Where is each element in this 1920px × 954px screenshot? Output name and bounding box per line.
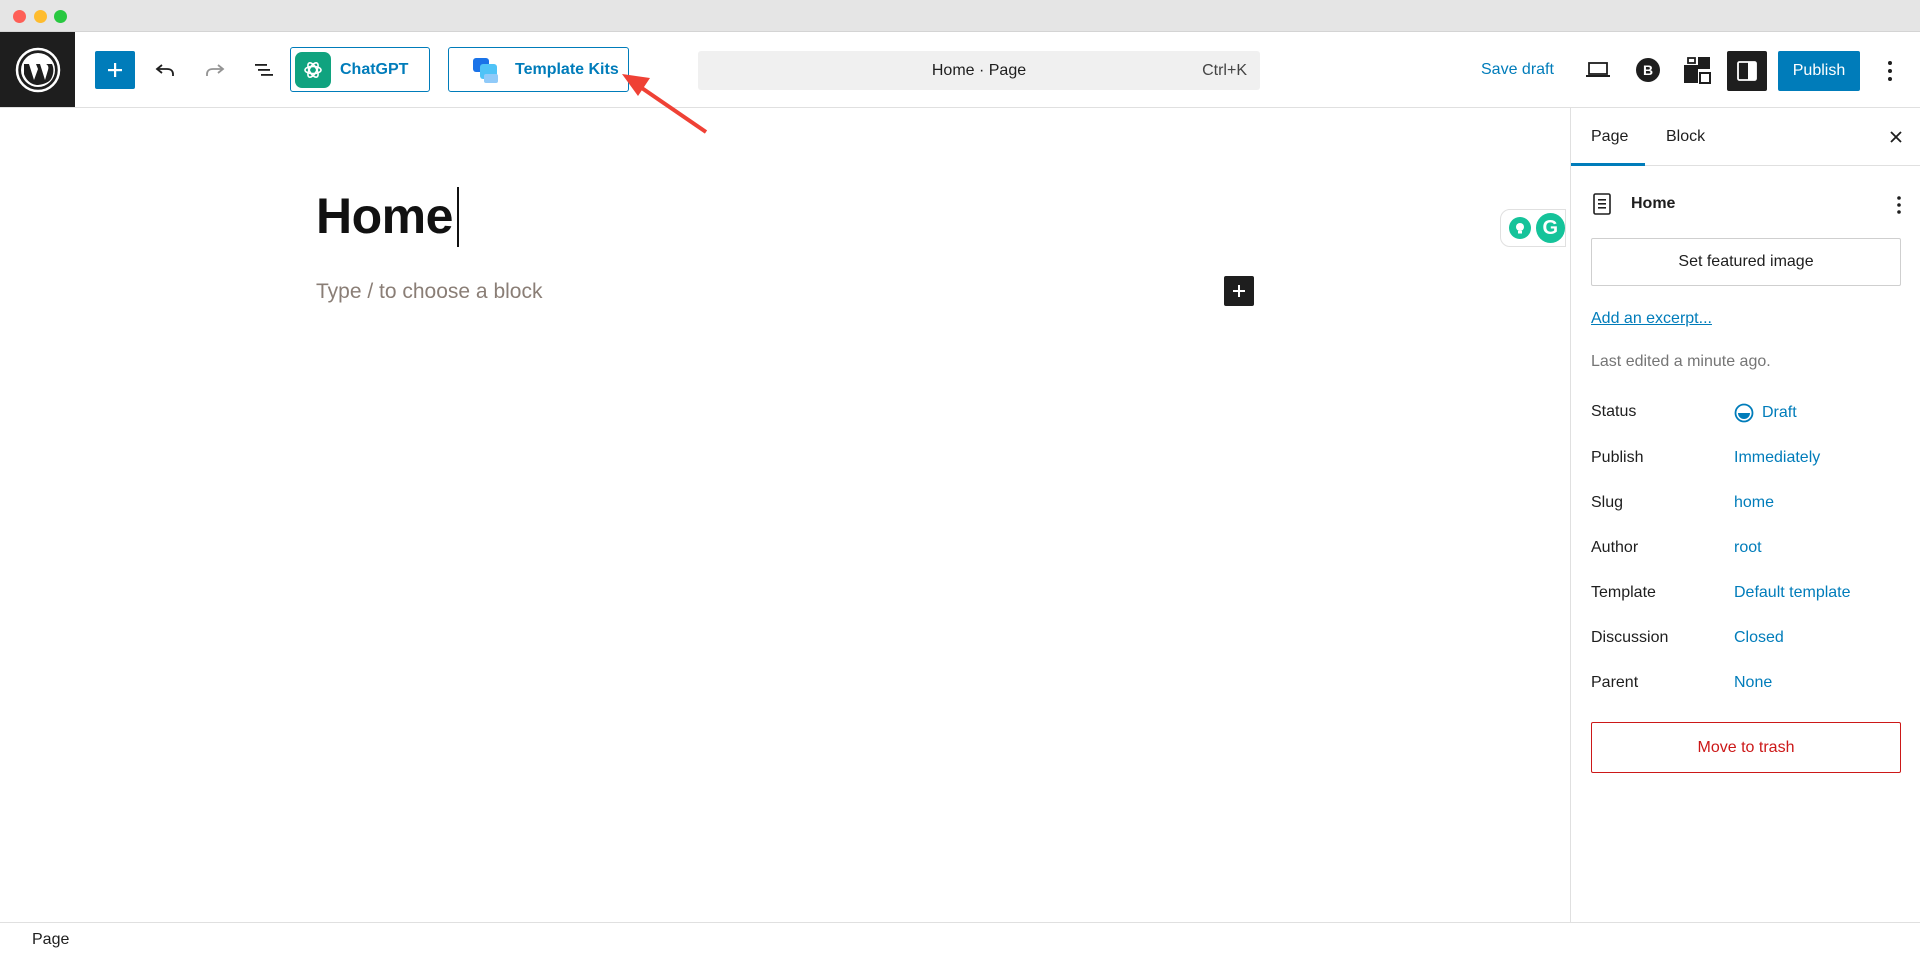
- chatgpt-label: ChatGPT: [340, 60, 409, 78]
- publish-button[interactable]: Publish: [1778, 51, 1860, 91]
- close-icon: [1890, 131, 1902, 143]
- chatgpt-logo-icon: [295, 51, 331, 88]
- add-excerpt-link[interactable]: Add an excerpt...: [1591, 310, 1712, 328]
- close-window-button[interactable]: [13, 10, 26, 23]
- close-sidebar-button[interactable]: [1881, 122, 1911, 152]
- status-row: Status Draft: [1591, 403, 1911, 427]
- sidebar-tabs: Page Block: [1571, 108, 1920, 166]
- template-kits-button[interactable]: Template Kits: [448, 47, 629, 92]
- page-icon: [1593, 193, 1611, 215]
- lightbulb-icon[interactable]: [1509, 217, 1531, 239]
- document-title-label: Home · Page: [931, 62, 1027, 79]
- save-draft-button[interactable]: Save draft: [1481, 61, 1554, 79]
- slug-label: Slug: [1591, 494, 1624, 511]
- list-view-button[interactable]: [244, 51, 284, 89]
- b-circle-icon: B: [1636, 58, 1660, 82]
- redo-button[interactable]: [195, 51, 235, 89]
- discussion-value-button[interactable]: Closed: [1734, 629, 1784, 647]
- publish-row: Publish Immediately: [1591, 449, 1911, 473]
- svg-text:B: B: [1643, 62, 1653, 78]
- tab-page[interactable]: Page: [1591, 128, 1628, 146]
- laptop-icon: [1586, 62, 1610, 77]
- draft-status-icon: [1734, 403, 1754, 423]
- chatgpt-button[interactable]: ChatGPT: [290, 47, 430, 92]
- author-value-button[interactable]: root: [1734, 539, 1762, 557]
- minimize-window-button[interactable]: [34, 10, 47, 23]
- slug-row: Slug home: [1591, 494, 1911, 518]
- undo-icon: [155, 64, 174, 76]
- grammarly-icon[interactable]: G: [1535, 213, 1565, 243]
- plugin-b-button[interactable]: B: [1628, 51, 1668, 89]
- document-title: Home: [1631, 195, 1676, 212]
- template-value-button[interactable]: Default template: [1734, 584, 1851, 602]
- editor-toolbar: ChatGPT Template Kits Home · Page Ctrl+K…: [0, 32, 1920, 108]
- publish-label: Publish: [1591, 449, 1644, 466]
- command-palette-bar[interactable]: Home · Page Ctrl+K: [698, 51, 1260, 90]
- template-label: Template: [1591, 584, 1656, 601]
- parent-label: Parent: [1591, 674, 1639, 691]
- status-value: Draft: [1762, 404, 1797, 421]
- parent-row: Parent None: [1591, 674, 1911, 698]
- preview-button[interactable]: [1578, 51, 1618, 89]
- settings-sidebar-toggle[interactable]: [1727, 51, 1767, 91]
- sidebar-icon: [1737, 61, 1757, 81]
- block-placeholder[interactable]: Type / to choose a block: [316, 280, 542, 304]
- status-label: Status: [1591, 403, 1637, 420]
- shortcut-hint: Ctrl+K: [1202, 62, 1247, 79]
- document-actions-button[interactable]: [1884, 190, 1914, 220]
- last-edited-text: Last edited a minute ago.: [1591, 353, 1771, 370]
- window-chrome: [0, 0, 1920, 32]
- breadcrumb[interactable]: Page: [32, 931, 69, 949]
- template-row: Template Default template: [1591, 584, 1911, 608]
- slug-value-button[interactable]: home: [1734, 494, 1774, 512]
- active-tab-indicator: [1571, 163, 1645, 166]
- post-title[interactable]: Home: [316, 187, 453, 245]
- template-kit-plugin-button[interactable]: [1677, 51, 1717, 89]
- wordpress-icon: [15, 47, 60, 92]
- plus-icon: [1233, 285, 1245, 297]
- plus-icon: [108, 63, 122, 77]
- vertical-ellipsis-icon: [1897, 196, 1901, 214]
- blocks-icon: [1684, 57, 1711, 84]
- set-featured-image-button[interactable]: Set featured image: [1591, 238, 1901, 286]
- undo-button[interactable]: [145, 51, 185, 89]
- author-row: Author root: [1591, 539, 1911, 563]
- add-block-button[interactable]: [1224, 276, 1254, 306]
- grammarly-widget[interactable]: G: [1500, 209, 1566, 247]
- vertical-ellipsis-icon: [1888, 61, 1892, 81]
- settings-sidebar: Page Block Home Set featured image Add a…: [1570, 108, 1920, 922]
- discussion-label: Discussion: [1591, 629, 1669, 646]
- status-value-button[interactable]: Draft: [1734, 403, 1797, 423]
- parent-value-button[interactable]: None: [1734, 674, 1772, 692]
- list-view-icon: [255, 64, 273, 76]
- discussion-row: Discussion Closed: [1591, 629, 1911, 653]
- options-menu-button[interactable]: [1870, 51, 1910, 91]
- publish-value-button[interactable]: Immediately: [1734, 449, 1820, 467]
- move-to-trash-button[interactable]: Move to trash: [1591, 722, 1901, 773]
- document-summary: Home: [1591, 190, 1911, 220]
- editor-canvas[interactable]: Home Type / to choose a block G: [0, 108, 1570, 922]
- tab-block[interactable]: Block: [1666, 128, 1705, 146]
- redo-icon: [206, 64, 225, 76]
- block-inserter-button[interactable]: [95, 51, 135, 89]
- editor-footer: Page: [0, 922, 1920, 954]
- text-caret: [457, 187, 459, 247]
- maximize-window-button[interactable]: [54, 10, 67, 23]
- author-label: Author: [1591, 539, 1639, 556]
- template-kits-label: Template Kits: [515, 60, 619, 78]
- annotation-arrow-icon: [622, 74, 708, 134]
- wordpress-logo-button[interactable]: [0, 32, 75, 107]
- template-kits-icon: [473, 57, 498, 83]
